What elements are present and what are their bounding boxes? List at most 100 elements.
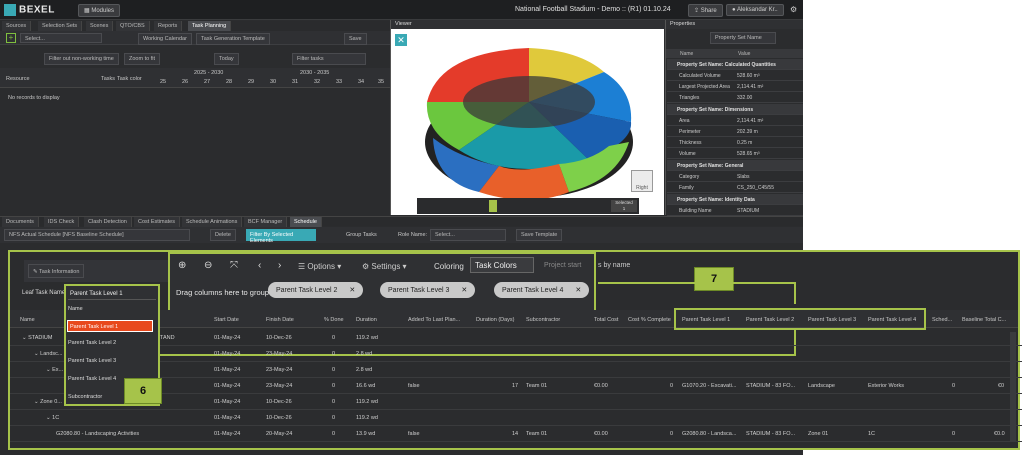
user-menu[interactable]: ● Aleksandar Kr.. (726, 4, 784, 16)
viewer-tool-active[interactable] (489, 200, 497, 212)
fit-icon[interactable]: ⤧ (230, 260, 238, 271)
table-row[interactable]: ⌄ STADIUM TAND 01-May-24 10-Dec-26 0 119… (10, 330, 1022, 346)
parent-level-select[interactable]: Parent Task Level 1 (68, 288, 156, 300)
settings-menu[interactable]: ⚙ Settings ▾ (362, 262, 407, 271)
tab-selection-sets[interactable]: Selection Sets (38, 21, 83, 31)
callout-badge-6: 6 (124, 378, 162, 404)
column-header[interactable]: Sched... (932, 317, 952, 323)
delete-button[interactable]: Delete (210, 229, 236, 241)
properties-title: Properties (666, 20, 803, 29)
stadium-model[interactable] (419, 42, 641, 208)
tab-schedule[interactable]: Schedule (290, 217, 322, 227)
project-start-label: Project start (544, 262, 582, 269)
column-header[interactable]: % Done (324, 317, 344, 323)
role-select[interactable]: Select... (430, 229, 506, 241)
column-header[interactable]: Baseline Total C... (962, 317, 1006, 323)
table-row[interactable]: ⌄ Landsc... 01-May-24 23-May-24 0 2.8 wd (10, 346, 1022, 362)
view-cube[interactable]: Right (631, 170, 653, 192)
properties-header: Name Value (666, 49, 803, 58)
save-template-button[interactable]: Save Template (516, 229, 563, 241)
viewer-panel: Viewer ✕ Right Selected 1 (390, 20, 665, 215)
grouping-toolbar-highlight: ⊕ ⊖ ⤧ ‹ › ☰ Options ▾ ⚙ Settings ▾ Color… (168, 252, 596, 316)
scrollbar[interactable] (1010, 332, 1016, 442)
dropdown-option[interactable]: Parent Task Level 4 (68, 376, 116, 382)
column-header[interactable]: Added To Last Plan... (408, 317, 460, 323)
share-button[interactable]: ⇪ Share (688, 4, 723, 17)
planning-select[interactable]: Select... (20, 33, 102, 43)
property-set-select[interactable]: Property Set Name (710, 32, 776, 44)
table-row[interactable]: ⌄ 1C 01-May-24 10-Dec-26 0 119.2 wd (10, 410, 1022, 426)
working-calendar-button[interactable]: Working Calendar (138, 33, 192, 45)
filter-selected-toggle[interactable]: Filter By Selected Elements (246, 229, 316, 244)
zoom-out-icon[interactable]: ⊖ (204, 260, 212, 271)
zoom-in-icon[interactable]: ⊕ (178, 260, 186, 271)
tab-cost-estimates[interactable]: Cost Estimates (134, 217, 180, 227)
tab-reports[interactable]: Reports (154, 21, 183, 31)
year-tick: 31 (292, 79, 299, 85)
tab-task-planning[interactable]: Task Planning (188, 21, 232, 31)
zoom-to-fit-button[interactable]: Zoom to fit (124, 53, 160, 65)
top-tabbar: Sources Selection Sets Scenes QTO/CBS Re… (0, 21, 390, 31)
column-header[interactable]: Start Date (214, 317, 239, 323)
tab-bcf-manager[interactable]: BCF Manager (244, 217, 288, 227)
column-header[interactable]: Duration (Days) (476, 317, 515, 323)
group-pill-level-2[interactable]: Parent Task Level 2 ✕ (268, 282, 364, 298)
add-icon[interactable]: + (6, 33, 16, 43)
selected-counter: Selected 1 (611, 200, 637, 212)
today-button[interactable]: Today (214, 53, 239, 65)
column-header[interactable]: Name (20, 317, 35, 323)
task-template-button[interactable]: Task Generation Template (196, 33, 270, 45)
group-tasks-label: Group Tasks (346, 232, 377, 238)
schedule-left-toolbar: ✎ Task Information (24, 260, 172, 282)
year-tick: 35 (378, 79, 385, 85)
tab-qto-cbs[interactable]: QTO/CBS (116, 21, 150, 31)
task-information-button[interactable]: ✎ Task Information (28, 264, 85, 278)
column-header[interactable]: Total Cost (594, 317, 618, 323)
property-section[interactable]: Property Set Name: Calculated Quantities (667, 59, 803, 70)
column-header[interactable]: Finish Date (266, 317, 294, 323)
tab-documents[interactable]: Documents (2, 217, 39, 227)
filter-tasks-input[interactable]: Filter tasks (292, 53, 366, 65)
modules-button[interactable]: ▦ Modules (78, 4, 121, 17)
group-pill-level-3[interactable]: Parent Task Level 3 ✕ (380, 282, 476, 298)
options-menu[interactable]: ☰ Options ▾ (298, 262, 341, 271)
column-header[interactable]: Subcontractor (526, 317, 560, 323)
tab-clash-detection[interactable]: Clash Detection (84, 217, 132, 227)
close-icon[interactable]: ✕ (461, 286, 467, 294)
sort-by-name[interactable]: s by name (598, 262, 630, 269)
year-range-2: 2030 - 2035 (300, 70, 330, 76)
project-title: National Football Stadium - Demo :: (R1)… (515, 6, 671, 13)
dropdown-option[interactable]: Subcontractor (68, 394, 102, 400)
column-header[interactable]: Duration (356, 317, 377, 323)
viewer-title: Viewer (391, 20, 665, 29)
bottom-tabbar: Documents IDS Check Clash Detection Cost… (0, 216, 803, 227)
dropdown-option[interactable]: Name (68, 306, 83, 312)
schedule-select[interactable]: NFS Actual Schedule [NFS Baseline Schedu… (4, 229, 190, 241)
table-row[interactable]: ⌄ Ex... 01-May-24 23-May-24 0 2.8 wd (10, 362, 1022, 378)
dropdown-option-selected[interactable]: Parent Task Level 1 (67, 320, 153, 332)
logo-icon (4, 4, 16, 16)
gear-icon[interactable]: ⚙ (790, 5, 797, 14)
planning-save-button[interactable]: Save (344, 33, 367, 45)
group-pill-level-4[interactable]: Parent Task Level 4 ✕ (494, 282, 590, 298)
list-icon: ☰ (298, 262, 308, 271)
chevron-left-icon[interactable]: ‹ (258, 260, 261, 271)
close-icon[interactable]: ✕ (575, 286, 581, 294)
dropdown-option[interactable]: Parent Task Level 2 (68, 340, 116, 346)
task-colors-select[interactable]: Task Colors (470, 257, 534, 273)
table-row[interactable]: G2080.80 - Landscaping Activities 01-May… (10, 426, 1022, 442)
property-section[interactable]: Property Set Name: Dimensions (667, 104, 803, 115)
property-section[interactable]: Property Set Name: General (667, 160, 803, 171)
dropdown-option[interactable]: Parent Task Level 3 (68, 358, 116, 364)
close-icon[interactable]: ✕ (349, 286, 355, 294)
column-header[interactable]: Cost % Complete (628, 317, 671, 323)
chevron-right-icon[interactable]: › (278, 260, 281, 271)
tab-ids-check[interactable]: IDS Check (44, 217, 80, 227)
parent-columns-highlight (674, 308, 926, 330)
tab-schedule-animations[interactable]: Schedule Animations (182, 217, 243, 227)
drag-group-text: Drag columns here to group (176, 288, 269, 297)
property-section[interactable]: Property Set Name: Identity Data (667, 194, 803, 205)
filter-non-working-button[interactable]: Filter out non-working time (44, 53, 119, 65)
tab-sources[interactable]: Sources (2, 21, 32, 31)
tab-scenes[interactable]: Scenes (86, 21, 114, 31)
